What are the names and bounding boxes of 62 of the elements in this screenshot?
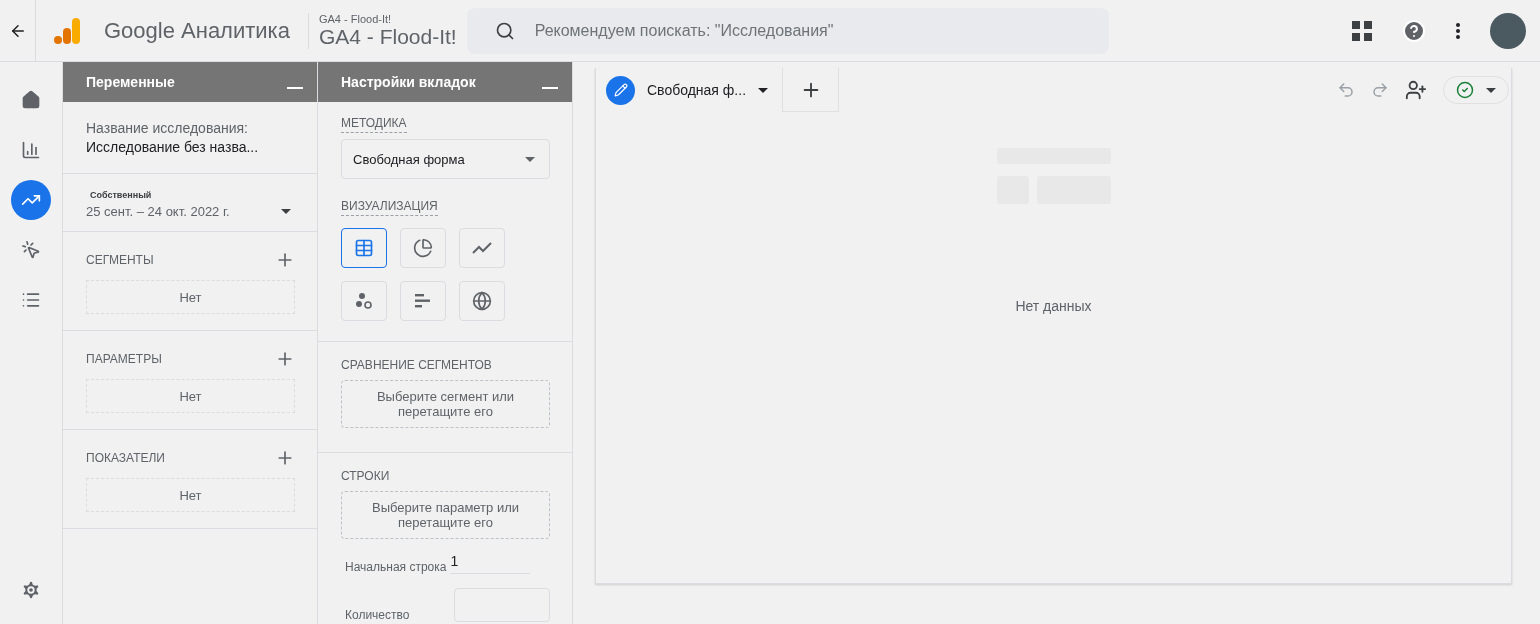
nav-item[interactable] bbox=[11, 180, 51, 220]
section-title: ПОКАЗАТЕЛИ bbox=[86, 451, 165, 465]
empty-drop-zone: Нет bbox=[86, 478, 295, 512]
exploration-name[interactable]: Исследование без назва... bbox=[86, 139, 295, 155]
visualization-option[interactable] bbox=[341, 228, 387, 268]
pie-chart-icon bbox=[413, 238, 433, 258]
add-user-icon bbox=[1405, 79, 1427, 101]
date-range-kind: Собственный bbox=[90, 190, 153, 200]
caret-icon bbox=[1486, 87, 1496, 93]
date-range-picker[interactable]: 25 сент. – 24 окт. 2022 г. bbox=[86, 204, 291, 219]
bar-chart-icon bbox=[21, 140, 41, 160]
redo-icon bbox=[1371, 81, 1389, 99]
home-icon bbox=[21, 90, 41, 110]
search-field[interactable]: Рекомендуем поискать: "Исследования" bbox=[466, 7, 1109, 54]
section-title: ПАРАМЕТРЫ bbox=[86, 352, 162, 366]
drop-zone[interactable]: Выберите сегмент или перетащите его bbox=[341, 380, 550, 428]
caret-icon bbox=[281, 209, 291, 214]
analytics-logo-icon bbox=[52, 15, 82, 46]
help-icon bbox=[1402, 18, 1426, 43]
field-label: Начальная строка bbox=[345, 560, 447, 574]
empty-state-text: Нет данных bbox=[1015, 298, 1092, 314]
account-name: GA4 - Flood-It! bbox=[318, 12, 393, 25]
search-icon bbox=[494, 20, 515, 41]
start-row-input[interactable]: 1 bbox=[450, 553, 531, 574]
more-vertical-icon bbox=[1456, 22, 1460, 39]
list-icon bbox=[21, 290, 41, 310]
exploration-name-label: Название исследования: bbox=[86, 120, 249, 136]
app-name: Google Аналитика bbox=[104, 17, 290, 44]
help-button[interactable] bbox=[1402, 18, 1426, 43]
table-icon bbox=[354, 238, 374, 258]
field-label: Количество bbox=[345, 608, 410, 622]
pencil-icon bbox=[606, 75, 635, 105]
share-button[interactable] bbox=[1405, 79, 1427, 101]
globe-icon bbox=[472, 291, 492, 311]
scatter-plot-icon bbox=[355, 292, 373, 310]
panel-title: Настройки вкладок bbox=[341, 74, 476, 90]
technique-dropdown[interactable]: Свободная форма bbox=[341, 139, 550, 179]
apps-grid-icon bbox=[1352, 20, 1372, 41]
visualization-label: ВИЗУАЛИЗАЦИЯ bbox=[341, 199, 438, 216]
apps-button[interactable] bbox=[1352, 20, 1372, 41]
cursor-click-icon bbox=[21, 240, 41, 260]
settings-icon bbox=[20, 579, 42, 601]
empty-drop-zone: Нет bbox=[86, 379, 295, 413]
caret-icon bbox=[525, 156, 535, 162]
tab[interactable]: Свободная ф... bbox=[606, 75, 769, 105]
search-input[interactable]: Рекомендуем поискать: "Исследования" bbox=[532, 20, 1109, 41]
section-title: СРАВНЕНИЕ СЕГМЕНТОВ bbox=[341, 358, 493, 372]
property-name: GA4 - Flood-It! bbox=[318, 24, 457, 49]
more-button[interactable] bbox=[1456, 22, 1460, 39]
empty-drop-zone: Нет bbox=[86, 280, 295, 314]
section-title: СЕГМЕНТЫ bbox=[86, 253, 154, 267]
technique-label: МЕТОДИКА bbox=[341, 116, 407, 133]
add-tab-button[interactable] bbox=[782, 68, 840, 112]
caret-icon bbox=[758, 87, 769, 93]
user-avatar[interactable] bbox=[1490, 12, 1526, 49]
section-title: СТРОКИ bbox=[341, 469, 391, 483]
panel-title: Переменные bbox=[86, 74, 175, 90]
drop-zone[interactable]: Выберите параметр или перетащите его bbox=[341, 491, 550, 539]
undo-icon bbox=[1337, 81, 1355, 99]
check-circle-icon bbox=[1456, 81, 1474, 99]
horizontal-bars-icon bbox=[415, 294, 431, 308]
line-chart-icon bbox=[472, 242, 492, 254]
